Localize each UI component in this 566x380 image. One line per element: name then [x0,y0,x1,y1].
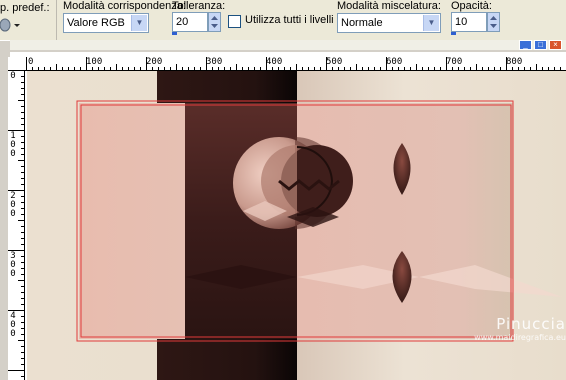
use-all-layers-label: Utilizza tutti i livelli [245,14,334,26]
opacity-value: 10 [455,16,468,28]
chevron-down-icon[interactable]: ▼ [423,15,439,31]
opacity-spinner[interactable] [487,12,500,32]
close-icon[interactable]: × [549,40,562,50]
maximize-icon[interactable]: □ [534,40,547,50]
watermark-name: Pinuccia [496,315,566,333]
tolerance-input[interactable]: 20 [172,12,208,32]
watermark: Pinuccia www.maidiregrafica.eu [472,315,566,342]
ruler-label: 400 [266,57,283,67]
options-toolbar: p. predef.: Modalità corrispondenza: Val… [0,0,566,40]
blend-mode-select[interactable]: Normale ▼ [337,13,441,33]
minimize-icon[interactable]: _ [519,40,532,50]
tolerance-value: 20 [176,16,189,28]
ruler-label: 0 [10,71,16,81]
blend-mode-label: Modalità miscelatura: [337,0,441,12]
opacity-input[interactable]: 10 [451,12,487,32]
match-mode-select[interactable]: Valore RGB ▼ [63,13,149,33]
ruler-label: 500 [326,57,343,67]
ruler-label: 300 [10,251,16,279]
ruler-label: 0 [28,57,34,67]
tolerance-label: Tolleranza: [172,0,226,12]
ruler-corner [8,57,27,71]
opacity-label: Opacità: [451,0,492,12]
ruler-label: 100 [10,131,16,159]
tolerance-spinner[interactable] [208,12,221,32]
tolerance-slider[interactable] [172,32,177,35]
opacity-slider[interactable] [451,32,456,35]
ruler-label: 700 [446,57,463,67]
ruler-label: 600 [386,57,403,67]
document-titlebar[interactable] [10,40,566,50]
ruler-label: 200 [10,191,16,219]
match-mode-value: Valore RGB [67,17,125,29]
blend-mode-value: Normale [341,17,383,29]
ruler-label: 200 [146,57,163,67]
window-controls: _ □ × [519,40,562,50]
ruler-label: 800 [506,57,523,67]
chevron-down-icon[interactable]: ▼ [131,15,147,31]
preset-label: p. predef.: [0,2,50,14]
ruler-label: 400 [10,311,16,339]
match-mode-label: Modalità corrispondenza: [63,0,186,12]
ruler-label: 300 [206,57,223,67]
vertical-ruler: 0 100 200 300 400 [8,70,25,380]
horizontal-ruler: 0 100 200 300 400 500 600 700 800 [26,57,566,71]
ruler-ticks [26,57,561,70]
preset-icon[interactable] [0,17,20,33]
ruler-label: 100 [86,57,103,67]
watermark-url: www.maidiregrafica.eu [474,333,566,342]
use-all-layers-checkbox[interactable] [228,15,241,28]
image-canvas[interactable]: Pinuccia www.maidiregrafica.eu [27,71,566,380]
toolbar-separator [56,0,57,40]
